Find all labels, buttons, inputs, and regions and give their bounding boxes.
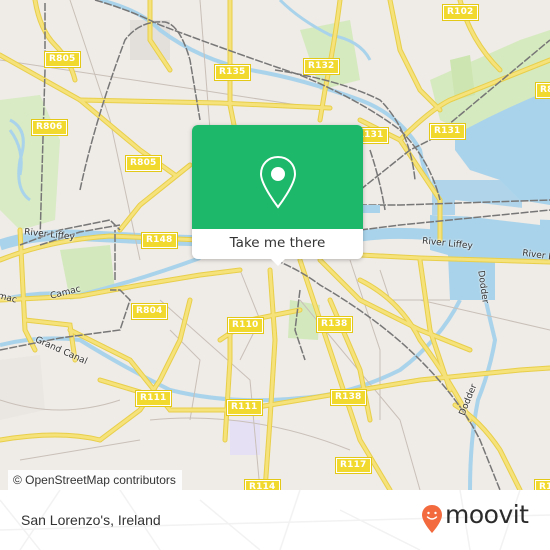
road-label-r102: R102 [442, 4, 479, 21]
location-pin-icon [259, 155, 297, 209]
road-label-r805-south: R805 [125, 155, 162, 172]
moovit-logo-icon [422, 505, 442, 533]
road-label-r131: R131 [429, 123, 466, 140]
map[interactable]: R102 R805 R135 R132 R806 R131 R131 R805 … [0, 0, 550, 490]
road-label-r148: R148 [141, 232, 178, 249]
place-name: San Lorenzo's, Ireland [21, 512, 161, 528]
road-label-r806: R806 [31, 119, 68, 136]
road-label-r8-partial: R8 [535, 82, 550, 99]
road-label-r805: R805 [44, 51, 81, 68]
road-label-r1-partial: R1 [534, 479, 550, 490]
popup-header [192, 125, 363, 229]
road-label-r138: R138 [316, 316, 353, 333]
road-label-r111-west: R111 [135, 390, 172, 407]
location-popup: Take me there [192, 125, 363, 266]
road-label-r117: R117 [335, 457, 372, 474]
road-label-r132: R132 [303, 58, 340, 75]
road-label-r804: R804 [131, 303, 168, 320]
road-label-r138-south: R138 [330, 389, 367, 406]
road-label-r111: R111 [226, 399, 263, 416]
moovit-brand-name: moovit [445, 500, 529, 529]
map-attribution[interactable]: © OpenStreetMap contributors [8, 470, 182, 490]
take-me-there-button[interactable]: Take me there [192, 229, 363, 259]
popup-pointer [270, 258, 286, 266]
footer: San Lorenzo's, Ireland moovit [0, 490, 550, 550]
road-label-r110: R110 [227, 317, 264, 334]
road-label-r135: R135 [214, 64, 251, 81]
road-label-r114: R114 [244, 479, 281, 490]
